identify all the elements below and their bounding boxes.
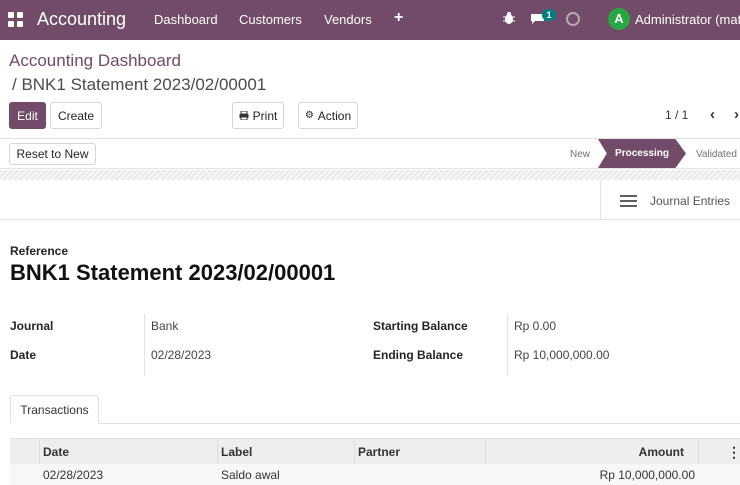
- status-bar: Reset to New New Processing Validated: [0, 138, 740, 169]
- form-sheet: Journal Entries Reference BNK1 Statement…: [0, 180, 740, 485]
- breadcrumb-parent[interactable]: Accounting Dashboard: [9, 51, 181, 71]
- journal-entries-label: Journal Entries: [650, 194, 731, 208]
- date-label: Date: [10, 348, 37, 362]
- optional-columns-icon[interactable]: ⋮: [727, 439, 740, 465]
- status-new[interactable]: New: [570, 149, 590, 160]
- activity-clock-icon[interactable]: [566, 12, 580, 26]
- reference-label: Reference: [10, 244, 69, 258]
- chat-count-badge: 1: [542, 9, 556, 21]
- starting-balance-label: Starting Balance: [373, 319, 468, 333]
- create-button[interactable]: Create: [50, 102, 102, 129]
- journal-entries-smart-button[interactable]: Journal Entries: [600, 180, 740, 220]
- journal-label: Journal: [10, 319, 54, 333]
- pager-prev-icon[interactable]: ‹: [710, 106, 715, 123]
- column-label[interactable]: Label: [221, 439, 252, 465]
- action-button[interactable]: ⚙ Action: [298, 102, 358, 129]
- tab-transactions[interactable]: Transactions: [10, 395, 99, 424]
- action-label: Action: [317, 108, 352, 123]
- gear-icon: ⚙: [304, 110, 314, 121]
- reset-to-new-button[interactable]: Reset to New: [9, 143, 96, 165]
- app-brand[interactable]: Accounting: [37, 9, 126, 30]
- tab-divider: [10, 423, 740, 424]
- column-date[interactable]: Date: [43, 439, 69, 465]
- ending-balance-label: Ending Balance: [373, 348, 464, 362]
- avatar[interactable]: A: [608, 8, 630, 30]
- date-value[interactable]: 02/28/2023: [151, 348, 211, 362]
- table-header: Date Label Partner Amount ⋮: [10, 438, 740, 465]
- add-menu-icon[interactable]: +: [394, 9, 403, 27]
- menu-dashboard[interactable]: Dashboard: [154, 12, 218, 27]
- column-partner[interactable]: Partner: [358, 439, 400, 465]
- list-icon: [620, 195, 637, 207]
- breadcrumb-current: / BNK1 Statement 2023/02/00001: [12, 75, 267, 94]
- row-amount: Rp 10,000,000.00: [599, 468, 695, 482]
- status-validated[interactable]: Validated: [696, 149, 737, 160]
- record-title: BNK1 Statement 2023/02/00001: [10, 260, 336, 285]
- row-date: 02/28/2023: [43, 468, 104, 482]
- button-box: Journal Entries: [0, 180, 740, 220]
- field-divider: [507, 314, 508, 376]
- menu-customers[interactable]: Customers: [239, 12, 302, 27]
- column-separator: [698, 439, 699, 465]
- edit-button[interactable]: Edit: [9, 102, 46, 129]
- print-icon: [239, 111, 249, 120]
- menu-vendors[interactable]: Vendors: [324, 12, 372, 27]
- status-processing[interactable]: Processing: [598, 139, 686, 168]
- column-separator: [217, 439, 218, 465]
- column-separator: [354, 439, 355, 465]
- column-separator: [485, 439, 486, 465]
- column-separator: [39, 439, 40, 465]
- pager-next-icon[interactable]: ›: [734, 106, 739, 123]
- print-label: Print: [252, 108, 278, 123]
- journal-value[interactable]: Bank: [151, 319, 178, 333]
- column-amount[interactable]: Amount: [639, 439, 684, 465]
- row-label: Saldo awal: [221, 468, 280, 482]
- print-button[interactable]: Print: [232, 102, 284, 129]
- debug-bug-icon[interactable]: [503, 11, 515, 25]
- pager-value[interactable]: 1 / 1: [665, 108, 688, 122]
- user-menu[interactable]: Administrator (mate0: [635, 12, 740, 27]
- ending-balance-value[interactable]: Rp 10,000,000.00: [514, 348, 609, 362]
- starting-balance-value[interactable]: Rp 0.00: [514, 319, 556, 333]
- table-row[interactable]: 02/28/2023 Saldo awal Rp 10,000,000.00: [10, 464, 740, 485]
- field-divider: [144, 314, 145, 376]
- top-navbar: Accounting Dashboard Customers Vendors +…: [0, 0, 740, 40]
- apps-menu-icon[interactable]: [8, 12, 24, 28]
